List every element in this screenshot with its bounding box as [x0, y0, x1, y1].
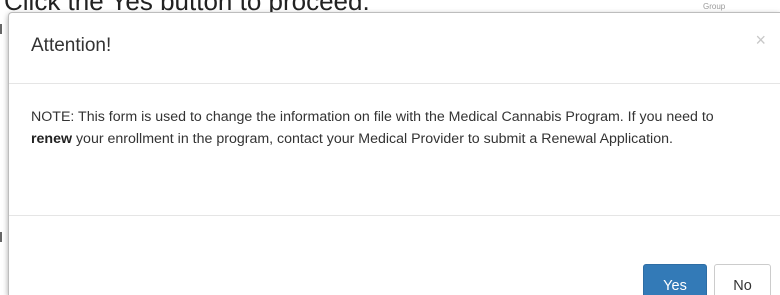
modal-header: Attention! ×	[9, 13, 780, 84]
yes-button[interactable]: Yes	[643, 264, 707, 295]
close-icon[interactable]: ×	[751, 31, 770, 49]
body-text-part2: your enrollment in the program, contact …	[72, 131, 673, 147]
background-divider-bottom	[0, 232, 2, 242]
modal-body: NOTE: This form is used to change the in…	[9, 84, 780, 216]
modal-footer: Yes No	[9, 216, 780, 295]
no-button[interactable]: No	[714, 264, 771, 295]
background-divider-top	[0, 24, 2, 34]
modal-title: Attention!	[31, 35, 112, 56]
body-text-part1: NOTE: This form is used to change the in…	[31, 109, 714, 125]
modal-body-text: NOTE: This form is used to change the in…	[31, 106, 731, 150]
background-corner-text: Group	[703, 2, 726, 11]
body-text-bold-renew: renew	[31, 131, 73, 147]
attention-modal: Attention! × NOTE: This form is used to …	[8, 12, 780, 295]
